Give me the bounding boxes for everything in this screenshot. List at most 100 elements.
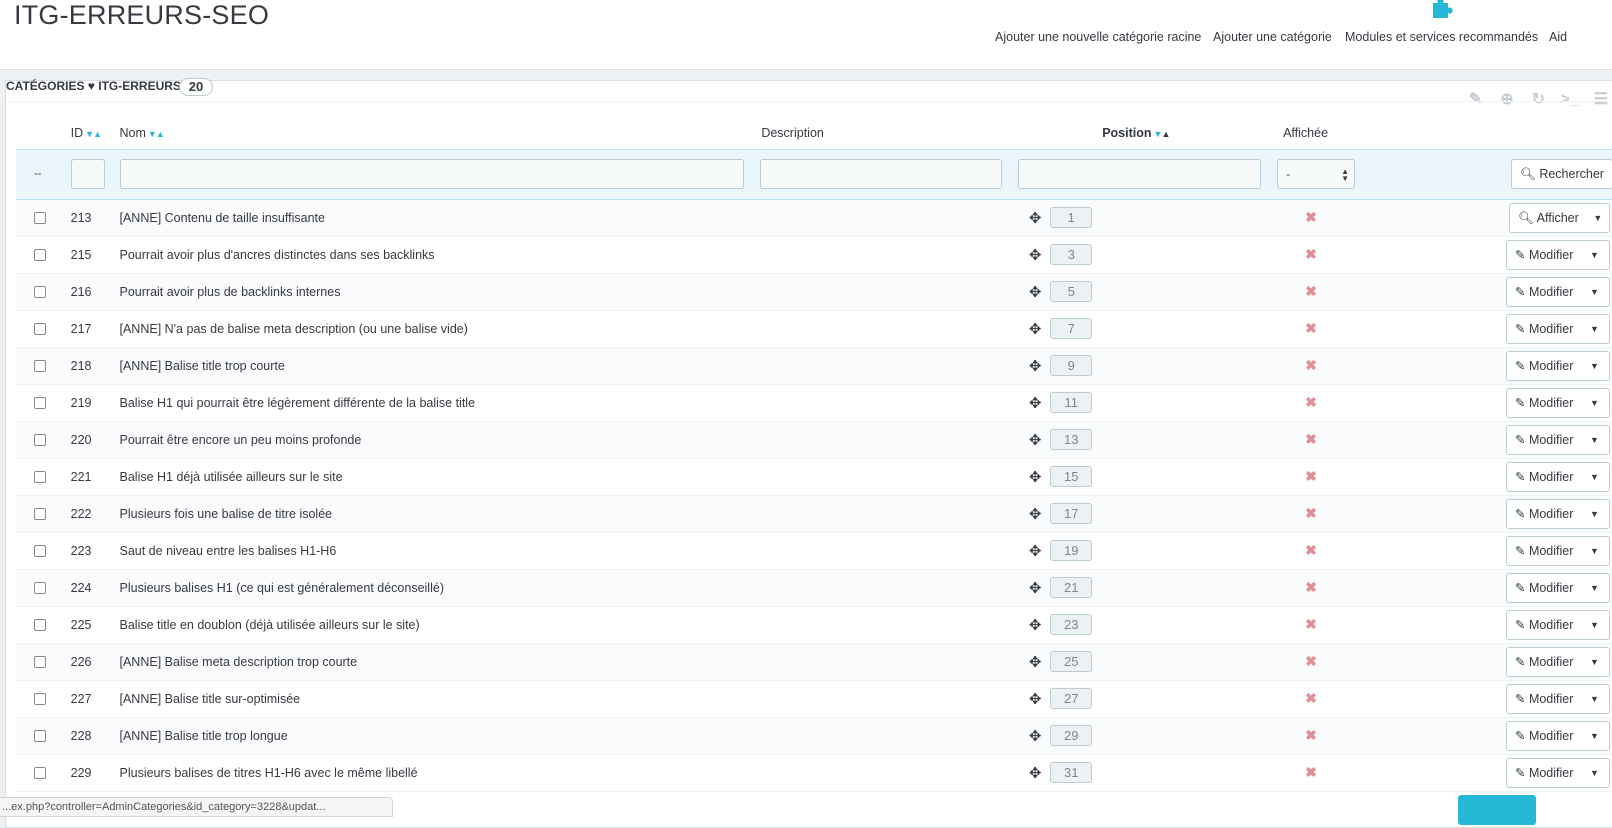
move-icon[interactable]: ✥: [1028, 209, 1042, 227]
move-icon[interactable]: ✥: [1028, 505, 1042, 523]
table-row[interactable]: 219 Balise H1 qui pourrait être légèremen…: [16, 384, 1612, 422]
table-row[interactable]: 229 Plusieurs balises de titres H1-H6 ave…: [16, 754, 1612, 792]
id-filter-input[interactable]: [70, 159, 105, 189]
table-row[interactable]: 228 [ANNE] Balise title trop longue ✥ 29 ✖ ✎ …: [16, 717, 1612, 755]
row-checkbox[interactable]: [34, 619, 46, 632]
column-position[interactable]: Position ▼▲: [1008, 117, 1267, 149]
row-action-button[interactable]: ✎ Modifier ▼: [1505, 239, 1610, 270]
row-checkbox[interactable]: [34, 730, 46, 743]
caret-down-icon[interactable]: ▼: [1581, 537, 1607, 565]
column-id[interactable]: ID ▼▲: [62, 117, 112, 149]
position-value[interactable]: 27: [1050, 688, 1093, 709]
position-value[interactable]: 11: [1050, 392, 1093, 413]
position-value[interactable]: 21: [1050, 577, 1093, 598]
row-action-button[interactable]: ✎ Modifier ▼: [1505, 387, 1610, 418]
move-icon[interactable]: ✥: [1028, 320, 1042, 338]
row-action-button[interactable]: ✎ Modifier ▼: [1505, 350, 1610, 381]
caret-down-icon[interactable]: ▼: [1581, 315, 1607, 343]
row-checkbox[interactable]: [34, 360, 46, 373]
displayed-filter-select[interactable]: - ▲ ▼: [1277, 159, 1356, 189]
disabled-x-icon[interactable]: ✖: [1305, 542, 1317, 558]
row-action-button[interactable]: ✎ Modifier ▼: [1505, 757, 1610, 788]
add-category-button[interactable]: Ajouter une catégorie: [1213, 0, 1332, 46]
row-checkbox[interactable]: [34, 212, 46, 225]
caret-down-icon[interactable]: ▼: [1581, 426, 1607, 454]
position-value[interactable]: 23: [1050, 614, 1093, 635]
position-value[interactable]: 25: [1050, 651, 1093, 672]
caret-down-icon[interactable]: ▼: [1581, 500, 1607, 528]
row-action-button[interactable]: 🔍︎ Afficher ▼: [1508, 202, 1610, 233]
move-icon[interactable]: ✥: [1028, 653, 1042, 671]
position-value[interactable]: 9: [1050, 355, 1093, 376]
disabled-x-icon[interactable]: ✖: [1305, 320, 1317, 336]
table-row[interactable]: 215 Pourrait avoir plus d'ancres distinct…: [16, 236, 1612, 274]
move-icon[interactable]: ✥: [1028, 246, 1042, 264]
table-row[interactable]: 226 [ANNE] Balise meta description trop c…: [16, 643, 1612, 681]
row-checkbox[interactable]: [34, 656, 46, 669]
row-action-button[interactable]: ✎ Modifier ▼: [1505, 313, 1610, 344]
row-action-button[interactable]: ✎ Modifier ▼: [1505, 572, 1610, 603]
table-row[interactable]: 227 [ANNE] Balise title sur-optimisée ✥ 27 ✖…: [16, 680, 1612, 718]
search-button[interactable]: 🔍︎ Rechercher: [1510, 159, 1612, 189]
row-checkbox[interactable]: [34, 693, 46, 706]
move-icon[interactable]: ✥: [1028, 542, 1042, 560]
sort-icon[interactable]: ▼▲: [1154, 129, 1171, 139]
row-action-button[interactable]: ✎ Modifier ▼: [1505, 461, 1610, 492]
move-icon[interactable]: ✥: [1028, 690, 1042, 708]
position-value[interactable]: 1: [1050, 207, 1093, 228]
sort-icon[interactable]: ▼▲: [85, 129, 102, 139]
disabled-x-icon[interactable]: ✖: [1305, 616, 1317, 632]
position-value[interactable]: 19: [1050, 540, 1093, 561]
refresh-icon[interactable]: ↻: [1527, 89, 1549, 111]
caret-down-icon[interactable]: ▼: [1581, 685, 1607, 713]
row-action-button[interactable]: ✎ Modifier ▼: [1505, 609, 1610, 640]
row-checkbox[interactable]: [34, 323, 46, 336]
bulk-select[interactable]: --: [16, 148, 62, 200]
move-icon[interactable]: ✥: [1028, 468, 1042, 486]
disabled-x-icon[interactable]: ✖: [1305, 209, 1317, 225]
row-checkbox[interactable]: [34, 508, 46, 521]
position-value[interactable]: 15: [1050, 466, 1093, 487]
table-row[interactable]: 217 [ANNE] N'a pas de balise meta descrip…: [16, 310, 1612, 348]
caret-down-icon[interactable]: ▼: [1581, 759, 1607, 787]
add-icon[interactable]: ⊕: [1496, 89, 1518, 111]
table-row[interactable]: 213 [ANNE] Contenu de taille insuffisante…: [16, 199, 1612, 237]
position-value[interactable]: 17: [1050, 503, 1093, 524]
row-checkbox[interactable]: [34, 249, 46, 262]
row-action-button[interactable]: ✎ Modifier ▼: [1505, 498, 1610, 529]
terminal-icon[interactable]: >_: [1559, 89, 1581, 111]
move-icon[interactable]: ✥: [1028, 616, 1042, 634]
caret-down-icon[interactable]: ▼: [1581, 241, 1607, 269]
row-checkbox[interactable]: [34, 397, 46, 410]
table-row[interactable]: 221 Balise H1 déjà utilisée ailleurs sur …: [16, 458, 1612, 496]
disabled-x-icon[interactable]: ✖: [1305, 505, 1317, 521]
name-filter-input[interactable]: [119, 159, 744, 189]
position-value[interactable]: 13: [1050, 429, 1093, 450]
move-icon[interactable]: ✥: [1028, 357, 1042, 375]
caret-down-icon[interactable]: ▼: [1581, 278, 1607, 306]
caret-down-icon[interactable]: ▼: [1581, 389, 1607, 417]
row-action-button[interactable]: ✎ Modifier ▼: [1505, 276, 1610, 307]
position-filter-input[interactable]: [1018, 159, 1262, 189]
database-icon[interactable]: ☰: [1590, 89, 1612, 111]
row-action-button[interactable]: ✎ Modifier ▼: [1505, 683, 1610, 714]
recommended-modules-button[interactable]: Modules et services recommandés: [1345, 0, 1538, 46]
move-icon[interactable]: ✥: [1028, 394, 1042, 412]
disabled-x-icon[interactable]: ✖: [1305, 764, 1317, 780]
position-value[interactable]: 29: [1050, 725, 1093, 746]
position-value[interactable]: 7: [1050, 318, 1093, 339]
move-icon[interactable]: ✥: [1028, 764, 1042, 782]
description-filter-input[interactable]: [760, 159, 1003, 189]
move-icon[interactable]: ✥: [1028, 283, 1042, 301]
column-name[interactable]: Nom ▼▲: [112, 117, 752, 149]
bulk-action-button[interactable]: [1458, 795, 1536, 825]
table-row[interactable]: 225 Balise title en doublon (déjà utilisé…: [16, 606, 1612, 644]
sort-icon[interactable]: ▼▲: [148, 129, 165, 139]
move-icon[interactable]: ✥: [1028, 579, 1042, 597]
position-value[interactable]: 3: [1050, 244, 1093, 265]
table-row[interactable]: 216 Pourrait avoir plus de backlinks inte…: [16, 273, 1612, 311]
row-action-button[interactable]: ✎ Modifier ▼: [1505, 424, 1610, 455]
disabled-x-icon[interactable]: ✖: [1305, 690, 1317, 706]
table-row[interactable]: 222 Plusieurs fois une balise de titre is…: [16, 495, 1612, 533]
table-row[interactable]: 223 Saut de niveau entre les balises H1-H…: [16, 532, 1612, 570]
